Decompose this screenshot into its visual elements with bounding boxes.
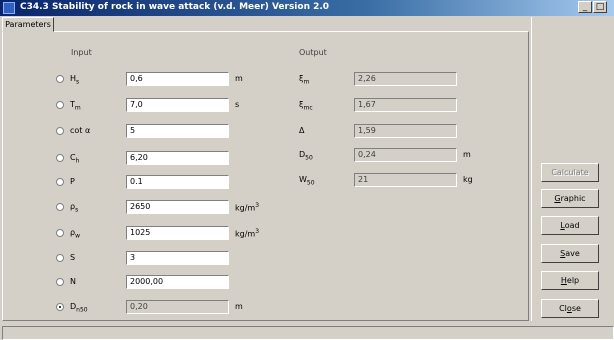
help-button[interactable]: Help <box>541 271 599 290</box>
param-unit: s <box>235 100 239 109</box>
graphic-label: raphic <box>560 194 586 203</box>
param-unit: kg/m3 <box>235 202 259 213</box>
help-label: elp <box>566 276 580 285</box>
maximize-button[interactable]: □ <box>593 1 607 13</box>
param-radio[interactable] <box>56 101 64 109</box>
app-icon <box>3 2 15 14</box>
save-label: ave <box>565 249 580 258</box>
output-value-field: 21 <box>354 173 457 187</box>
param-unit-text: m <box>235 74 243 83</box>
param-value-field[interactable]: 1025 <box>126 226 229 240</box>
output-symbol: ξmc <box>299 100 313 112</box>
param-value-field[interactable]: 2650 <box>126 200 229 214</box>
output-heading: Output <box>299 48 327 57</box>
param-value-field: 0,20 <box>126 300 229 314</box>
param-subscript: s <box>75 206 79 214</box>
load-label: oad <box>564 221 580 230</box>
param-symbol: P <box>70 177 75 186</box>
output-subscript: mc <box>303 104 313 112</box>
output-value-field: 1,59 <box>354 124 457 138</box>
save-button[interactable]: Save <box>541 244 599 263</box>
param-radio[interactable] <box>56 127 64 135</box>
param-value-field[interactable]: 7,0 <box>126 98 229 112</box>
param-symbol: Hs <box>70 74 79 86</box>
minimize-button[interactable]: _ <box>578 1 592 13</box>
param-subscript: n50 <box>76 306 88 314</box>
param-symbol: Dn50 <box>70 302 88 314</box>
app-window: C34.3 Stability of rock in wave attack (… <box>0 0 614 340</box>
output-subscript: 50 <box>306 179 315 187</box>
output-value-field: 0,24 <box>354 148 457 162</box>
output-value-field: 1,67 <box>354 98 457 112</box>
param-symbol-text: cot α <box>70 126 91 135</box>
param-radio[interactable] <box>56 303 64 311</box>
param-radio[interactable] <box>56 229 64 237</box>
param-subscript: h <box>75 157 80 165</box>
output-symbol: Δ <box>299 126 304 135</box>
param-symbol-text: N <box>70 277 76 286</box>
output-symbol: D50 <box>299 150 313 162</box>
param-value-field[interactable]: 0,6 <box>126 72 229 86</box>
parameters-panel: Input Output Hs 0,6 m Tm 7,0 s cot α 5 Ch 6,20 P 0.… <box>2 31 529 321</box>
load-button[interactable]: Load <box>541 216 599 235</box>
param-symbol: cot α <box>70 126 90 135</box>
param-radio[interactable] <box>56 75 64 83</box>
param-unit-text: m <box>235 302 243 311</box>
param-value-field[interactable]: 3 <box>126 251 229 265</box>
title-bar[interactable]: C34.3 Stability of rock in wave attack (… <box>0 0 614 16</box>
param-value-field[interactable]: 0.1 <box>126 175 229 189</box>
param-value-field[interactable]: 5 <box>126 124 229 138</box>
param-symbol: Ch <box>70 153 79 165</box>
output-symbol: W50 <box>299 175 315 187</box>
output-symbol: ξm <box>299 74 309 86</box>
param-subscript: w <box>75 232 80 240</box>
param-unit: m <box>235 74 243 83</box>
param-subscript: s <box>76 78 80 86</box>
param-value-field[interactable]: 2000,00 <box>126 275 229 289</box>
output-unit: m <box>463 150 471 159</box>
output-value-field: 2,26 <box>354 72 457 86</box>
calculate-button[interactable]: Calculate <box>541 163 599 182</box>
graphic-button[interactable]: Graphic <box>541 189 599 208</box>
close-button[interactable]: Close <box>541 299 599 318</box>
param-unit-sup: 3 <box>255 202 260 209</box>
close-label: se <box>571 304 581 313</box>
param-subscript: m <box>74 104 81 112</box>
output-subscript: 50 <box>305 154 313 162</box>
param-unit-sup: 3 <box>255 228 260 235</box>
calculate-label: Calculate <box>551 168 589 177</box>
param-unit: m <box>235 302 243 311</box>
param-unit-text: kg/m <box>235 203 256 213</box>
param-radio[interactable] <box>56 203 64 211</box>
output-subscript: m <box>303 78 310 86</box>
param-symbol: S <box>70 253 75 262</box>
output-unit: kg <box>463 175 473 184</box>
param-radio[interactable] <box>56 178 64 186</box>
close-pre: Cl <box>559 304 567 313</box>
output-symbol-text: W <box>299 175 307 184</box>
tab-parameters[interactable]: Parameters <box>2 17 54 32</box>
param-unit-text: kg/m <box>235 229 256 239</box>
output-symbol-text: Δ <box>299 126 305 135</box>
param-unit: kg/m3 <box>235 228 259 239</box>
param-symbol: N <box>70 277 76 286</box>
param-symbol-text: P <box>70 177 75 186</box>
param-value-field[interactable]: 6,20 <box>126 151 229 165</box>
param-unit-text: s <box>235 100 240 109</box>
input-heading: Input <box>71 48 92 57</box>
param-radio[interactable] <box>56 278 64 286</box>
param-radio[interactable] <box>56 254 64 262</box>
param-symbol: ρw <box>70 228 80 240</box>
param-symbol: Tm <box>70 100 81 112</box>
param-symbol: ρs <box>70 202 78 214</box>
param-symbol-text: S <box>70 253 76 262</box>
status-bar <box>2 326 614 340</box>
param-radio[interactable] <box>56 154 64 162</box>
window-title: C34.3 Stability of rock in wave attack (… <box>20 2 330 12</box>
